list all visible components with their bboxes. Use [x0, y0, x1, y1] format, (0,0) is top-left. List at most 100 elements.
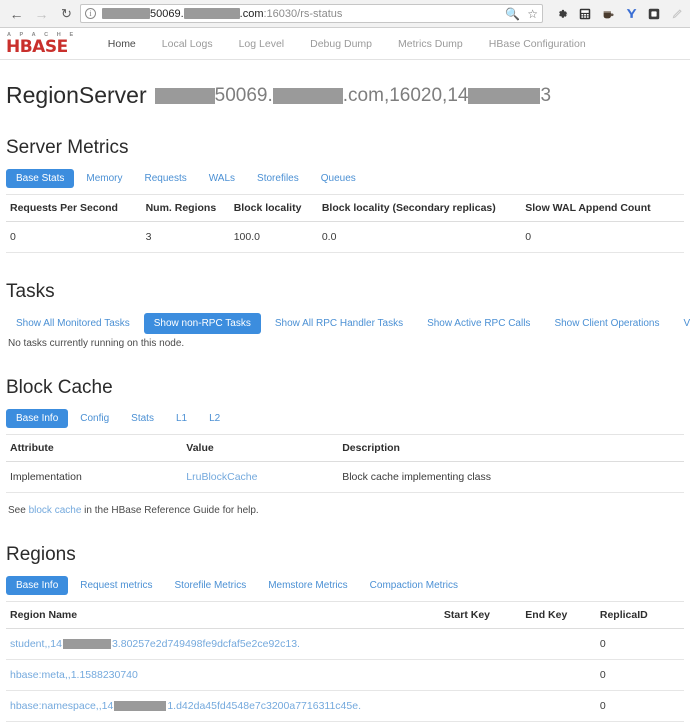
show-all-monitored-tasks-button[interactable]: Show All Monitored Tasks: [6, 313, 140, 334]
browser-nav-buttons: ← → ↻: [6, 6, 80, 21]
help-suffix: in the HBase Reference Guide for help.: [81, 505, 258, 516]
tab-block-cache-config[interactable]: Config: [70, 409, 119, 428]
nav-item-debug-dump[interactable]: Debug Dump: [297, 38, 385, 50]
column-block-locality: Block locality: [230, 195, 318, 222]
column-region-name: Region Name: [6, 602, 440, 629]
show-client-operations-button[interactable]: Show Client Operations: [544, 313, 669, 334]
table-header-row: Attribute Value Description: [6, 435, 684, 462]
tab-regions-compaction-metrics[interactable]: Compaction Metrics: [360, 576, 468, 595]
tab-block-cache-l2[interactable]: L2: [199, 409, 230, 428]
table-header-row: Region Name Start Key End Key ReplicaID: [6, 602, 684, 629]
tab-block-cache-base-info[interactable]: Base Info: [6, 409, 68, 428]
region-link[interactable]: hbase:namespace,,14: [10, 700, 113, 712]
tab-block-cache-l1[interactable]: L1: [166, 409, 197, 428]
region-redaction: [114, 701, 166, 711]
search-icon[interactable]: 🔍: [505, 8, 520, 20]
region-link-suffix[interactable]: 1.d42da45fd4548e7c3200a7716311c45e.: [167, 700, 361, 712]
lru-block-cache-link[interactable]: LruBlockCache: [186, 471, 257, 483]
block-cache-table: Attribute Value Description Implementati…: [6, 435, 684, 493]
show-active-rpc-calls-button[interactable]: Show Active RPC Calls: [417, 313, 540, 334]
region-link[interactable]: hbase:meta,,1.1588230740: [10, 669, 138, 681]
view-as-json-button[interactable]: View as JSON: [674, 313, 690, 334]
table-row: 0 3 100.0 0.0 0: [6, 222, 684, 253]
bookmark-star-icon[interactable]: ☆: [527, 8, 538, 20]
value-block-locality: 100.0: [230, 222, 318, 253]
column-end-key: End Key: [521, 602, 596, 629]
tab-regions-storefile-metrics[interactable]: Storefile Metrics: [165, 576, 257, 595]
column-block-locality-secondary: Block locality (Secondary replicas): [318, 195, 521, 222]
table-row: student,,14 3.80257e2d749498fe9dcfaf5e2ce…: [6, 629, 684, 660]
page-title-part-2: .com,16020,14: [343, 85, 469, 107]
tab-storefiles[interactable]: Storefiles: [247, 169, 309, 188]
region-replica-id: 0: [596, 629, 684, 660]
nav-item-metrics-dump[interactable]: Metrics Dump: [385, 38, 476, 50]
back-arrow-icon[interactable]: ←: [9, 6, 24, 21]
region-link-suffix[interactable]: 3.80257e2d749498fe9dcfaf5e2ce92c13.: [112, 638, 300, 650]
block-cache-help-note: See block cache in the HBase Reference G…: [8, 505, 684, 516]
server-metrics-table: Requests Per Second Num. Regions Block l…: [6, 195, 684, 253]
navbar-links: Home Local Logs Log Level Debug Dump Met…: [95, 38, 599, 50]
show-all-rpc-handler-tasks-button[interactable]: Show All RPC Handler Tasks: [265, 313, 413, 334]
regions-heading: Regions: [6, 544, 684, 566]
region-end-key: [521, 691, 596, 722]
tasks-heading: Tasks: [6, 281, 684, 303]
column-replica-id: ReplicaID: [596, 602, 684, 629]
column-num-regions: Num. Regions: [142, 195, 230, 222]
browser-chrome: ← → ↻ i 50069. .com :16030/rs-status 🔍 ☆: [0, 0, 690, 28]
tab-base-stats[interactable]: Base Stats: [6, 169, 74, 188]
block-cache-value: LruBlockCache: [182, 462, 338, 493]
block-cache-tabs: Base Info Config Stats L1 L2: [6, 409, 684, 435]
column-attribute: Attribute: [6, 435, 182, 462]
coffee-icon[interactable]: [601, 7, 615, 21]
nav-item-log-level[interactable]: Log Level: [226, 38, 298, 50]
tab-regions-memstore-metrics[interactable]: Memstore Metrics: [258, 576, 357, 595]
forward-arrow-icon: →: [34, 6, 49, 21]
page-title: RegionServer 50069. .com,16020,14 3: [6, 82, 684, 109]
table-row: hbase:meta,,1.1588230740 0: [6, 660, 684, 691]
nav-item-home[interactable]: Home: [95, 38, 149, 50]
region-start-key: [440, 629, 521, 660]
calculator-icon[interactable]: [578, 7, 592, 21]
reload-icon[interactable]: ↻: [59, 6, 74, 21]
info-icon[interactable]: i: [85, 8, 96, 19]
page-title-redaction-1: [155, 88, 215, 104]
url-host-part-2: .com: [240, 8, 264, 20]
gear-icon[interactable]: [555, 7, 569, 21]
region-name-cell: hbase:namespace,,14 1.d42da45fd4548e7c320…: [6, 691, 440, 722]
url-redaction-2: [184, 8, 240, 19]
region-link[interactable]: student,,14: [10, 638, 62, 650]
block-cache-description: Block cache implementing class: [338, 462, 684, 493]
tab-regions-base-info[interactable]: Base Info: [6, 576, 68, 595]
hbase-navbar: A P A C H E HBASE Home Local Logs Log Le…: [0, 28, 690, 60]
hbase-wordmark: HBASE: [6, 40, 77, 54]
extension-icons: [547, 7, 684, 21]
tab-requests[interactable]: Requests: [134, 169, 196, 188]
url-bar[interactable]: i 50069. .com :16030/rs-status 🔍 ☆: [80, 4, 543, 23]
tab-block-cache-stats[interactable]: Stats: [121, 409, 164, 428]
block-cache-help-link[interactable]: block cache: [29, 505, 82, 516]
block-cache-attribute: Implementation: [6, 462, 182, 493]
nav-item-local-logs[interactable]: Local Logs: [149, 38, 226, 50]
page-title-redaction-2: [273, 88, 343, 104]
page-title-part-1: 50069.: [215, 85, 273, 107]
show-non-rpc-tasks-button[interactable]: Show non-RPC Tasks: [144, 313, 261, 334]
column-value: Value: [182, 435, 338, 462]
tasks-buttons: Show All Monitored Tasks Show non-RPC Ta…: [6, 313, 684, 334]
square-icon[interactable]: [647, 7, 661, 21]
tab-regions-request-metrics[interactable]: Request metrics: [70, 576, 162, 595]
url-host-part-1: 50069.: [150, 8, 184, 20]
y-letter-icon[interactable]: [624, 7, 638, 21]
table-row: hbase:namespace,,14 1.d42da45fd4548e7c320…: [6, 691, 684, 722]
nav-item-hbase-configuration[interactable]: HBase Configuration: [476, 38, 599, 50]
region-end-key: [521, 629, 596, 660]
value-slow-wal-append-count: 0: [521, 222, 684, 253]
server-metrics-tabs: Base Stats Memory Requests WALs Storefil…: [6, 169, 684, 195]
region-redaction: [63, 639, 111, 649]
value-num-regions: 3: [142, 222, 230, 253]
tasks-empty-message: No tasks currently running on this node.: [8, 338, 684, 349]
hbase-logo[interactable]: A P A C H E HBASE: [6, 33, 77, 54]
column-description: Description: [338, 435, 684, 462]
tab-memory[interactable]: Memory: [76, 169, 132, 188]
tab-wals[interactable]: WALs: [199, 169, 245, 188]
tab-queues[interactable]: Queues: [311, 169, 366, 188]
